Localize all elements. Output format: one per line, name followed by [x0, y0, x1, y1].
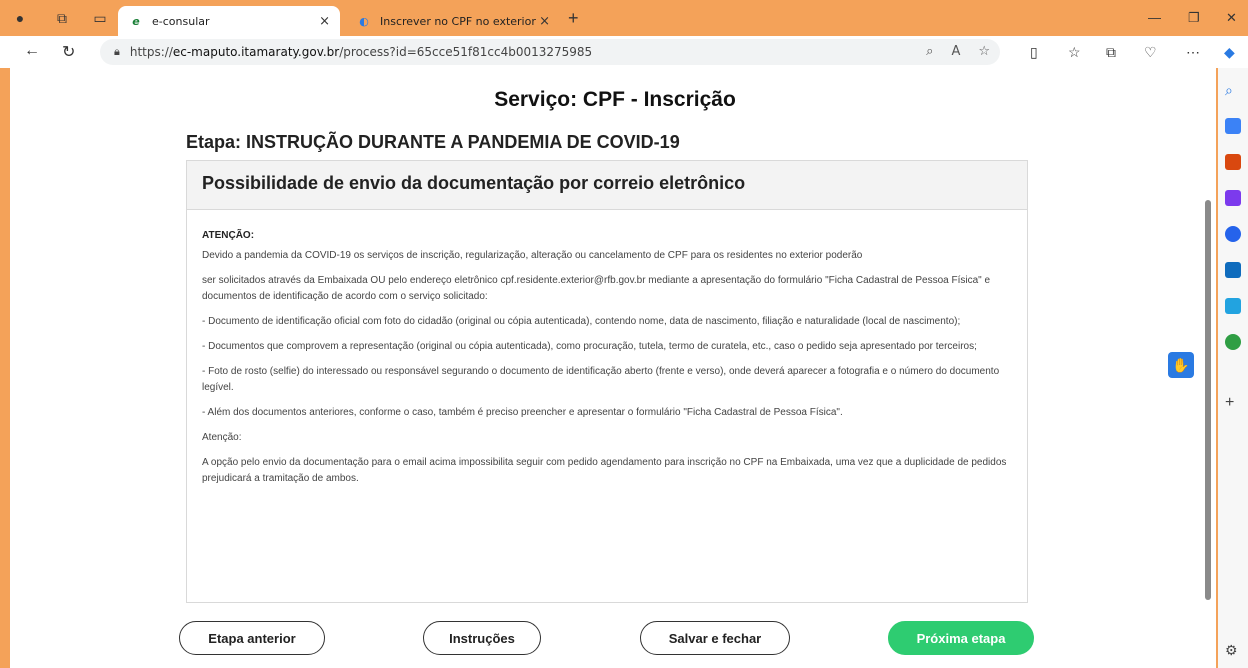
save-and-close-button[interactable]: Salvar e fechar: [640, 621, 790, 655]
lock-icon: 🔒︎: [114, 45, 120, 58]
url-domain: ec-maputo.itamaraty.gov.br: [172, 45, 340, 59]
read-aloud-icon[interactable]: A: [951, 44, 960, 59]
close-tab-icon[interactable]: ×: [319, 14, 330, 29]
browser-essentials-icon[interactable]: ♡: [1144, 44, 1157, 61]
microsoft-365-icon[interactable]: [1225, 226, 1241, 242]
tab-actions-icon[interactable]: ▭: [90, 8, 110, 28]
refresh-icon[interactable]: ↻: [62, 42, 75, 62]
more-menu-icon[interactable]: ⋯: [1186, 44, 1200, 61]
page-content: Serviço: CPF - Inscrição Etapa: INSTRUÇÃ…: [10, 68, 1200, 668]
paragraph: - Documentos que comprovem a representaç…: [202, 341, 977, 352]
paragraph: A opção pelo envio da documentação para …: [202, 457, 1007, 484]
tab-strip: ● ⧉ ▭ e e-consular × ◐ Inscrever no CPF …: [0, 0, 1248, 36]
instructions-button[interactable]: Instruções: [423, 621, 541, 655]
instruction-card: Possibilidade de envio da documentação p…: [186, 160, 1028, 603]
tab-title: Inscrever no CPF no exterior: [380, 14, 536, 28]
search-icon[interactable]: ⌕: [1225, 82, 1241, 98]
split-screen-icon[interactable]: ▯: [1030, 44, 1038, 61]
favorite-star-icon[interactable]: ☆: [978, 44, 990, 59]
tab-e-consular[interactable]: e e-consular ×: [118, 6, 340, 36]
close-tab-icon[interactable]: ×: [539, 14, 550, 29]
paragraph: - Documento de identificação oficial com…: [202, 316, 961, 327]
site-favicon-icon: ◐: [359, 14, 369, 28]
workspaces-icon[interactable]: ⧉: [52, 8, 72, 28]
page-title: Serviço: CPF - Inscrição: [494, 88, 736, 111]
back-icon[interactable]: ←: [24, 42, 40, 60]
edge-sidebar: ⌕ + ⚙: [1218, 68, 1248, 668]
url-prefix: https://: [129, 45, 173, 59]
attention-label: ATENÇÃO:: [202, 230, 255, 241]
paragraph: ser solicitados através da Embaixada OU …: [202, 275, 991, 302]
profile-icon[interactable]: ●: [10, 8, 30, 28]
shopping-icon[interactable]: [1225, 118, 1241, 134]
edge-icon: e: [132, 14, 140, 28]
settings-gear-icon[interactable]: ⚙: [1225, 642, 1241, 658]
card-title: Possibilidade de envio da documentação p…: [187, 161, 1027, 210]
sign-language-accessibility-icon[interactable]: ✋: [1168, 352, 1194, 378]
url-field[interactable]: 🔒︎ https://ec-maputo.itamaraty.gov.br/pr…: [100, 39, 1000, 65]
url-path: /process?id=65cce51f81cc4b0013275985: [339, 45, 593, 59]
paragraph: - Foto de rosto (selfie) do interessado …: [202, 366, 1000, 393]
copilot-icon[interactable]: ◆: [1224, 44, 1235, 61]
next-stage-button[interactable]: Próxima etapa: [888, 621, 1034, 655]
favorites-icon[interactable]: ☆: [1068, 44, 1081, 61]
games-icon[interactable]: [1225, 190, 1241, 206]
close-window-icon[interactable]: ✕: [1226, 10, 1237, 26]
card-body: ATENÇÃO: Devido a pandemia da COVID-19 o…: [187, 210, 1027, 487]
restore-icon[interactable]: ❐: [1188, 10, 1200, 26]
paragraph: Devido a pandemia da COVID-19 os serviço…: [202, 250, 863, 261]
previous-stage-button[interactable]: Etapa anterior: [179, 621, 325, 655]
tab-title: e-consular: [152, 14, 210, 28]
collections-icon[interactable]: ⧉: [1106, 44, 1116, 61]
add-icon[interactable]: +: [1225, 394, 1241, 411]
tree-icon[interactable]: [1225, 334, 1241, 350]
outlook-icon[interactable]: [1225, 262, 1241, 278]
new-tab-button[interactable]: +: [568, 8, 579, 29]
tools-icon[interactable]: [1225, 154, 1241, 170]
address-bar-row: ← ↻ 🔒︎ https://ec-maputo.itamaraty.gov.b…: [0, 36, 1248, 68]
paragraph: - Além dos documentos anteriores, confor…: [202, 407, 843, 418]
paragraph: Atenção:: [202, 432, 242, 443]
zoom-icon[interactable]: ⌕: [926, 44, 933, 59]
minimize-icon[interactable]: —: [1148, 10, 1161, 25]
stage-heading: Etapa: INSTRUÇÃO DURANTE A PANDEMIA DE C…: [186, 132, 680, 152]
tab-inscrever-cpf[interactable]: ◐ Inscrever no CPF no exterior ×: [346, 6, 560, 36]
send-icon[interactable]: [1225, 298, 1241, 314]
scrollbar-thumb[interactable]: [1205, 200, 1211, 600]
